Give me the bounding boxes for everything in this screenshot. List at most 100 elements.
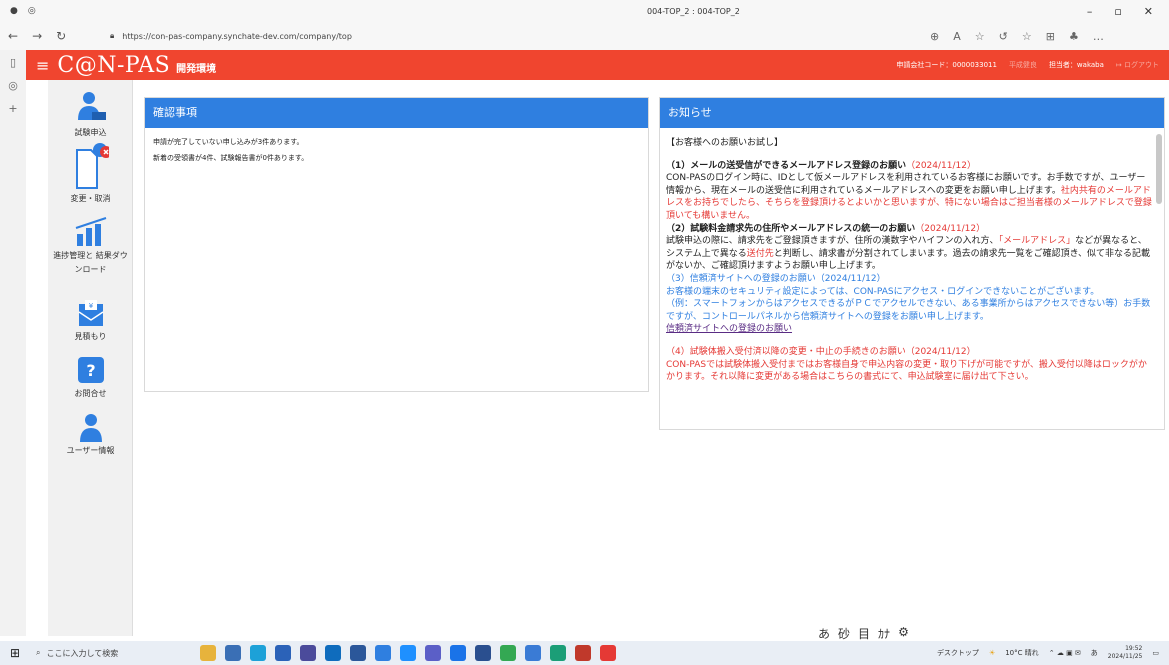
address-bar: ← → ↻ 🔒︎ https://con-pas-company.synchat… (0, 22, 1169, 50)
sidebar: 試験申込 変更・取消 進捗管理と 結果ダウンロード ¥ 見積もり ? お問合せ (48, 80, 133, 636)
collections-icon[interactable]: ⊞ (1046, 30, 1055, 43)
clock[interactable]: 19:52 2024/11/25 (1108, 645, 1143, 661)
weather-text[interactable]: 10°C 晴れ (1005, 648, 1039, 658)
ime-settings-icon[interactable]: ⚙ (898, 625, 909, 641)
notice-item-2-body: 試験申込の際に、請求先をご登録頂きますが、住所の漢数字やハイフンの入れ方、「メー… (666, 236, 1150, 272)
trusted-site-link[interactable]: 信頼済サイトへの登録のお願い (666, 323, 1152, 336)
taskbar-apps (200, 645, 616, 661)
new-receipts-text: 新着の受領書が4件、試験報告書が0件あります。 (153, 154, 309, 162)
notice-scrollbar[interactable] (1156, 134, 1162, 204)
document-cancel-icon (75, 143, 109, 189)
person-in-charge: 担当者：wakaba (1048, 61, 1104, 69)
app5-icon[interactable] (525, 645, 541, 661)
close-icon[interactable]: ✕ (1144, 5, 1153, 18)
calendar-icon[interactable] (275, 645, 291, 661)
sidebar-item-label: ユーザー情報 (66, 446, 115, 455)
word-icon[interactable] (350, 645, 366, 661)
system-tray: デスクトップ ☀ 10°C 晴れ ⌃ ☁ ▣ ✉ あ 19:52 2024/11… (937, 645, 1169, 661)
logout-button[interactable]: ↦ ログアウト (1116, 60, 1159, 70)
sidebar-item-label: 試験申込 (74, 128, 107, 137)
taskbar: ⊞ ⌕ ここに入力して検索 デスクトップ ☀ 10°C 晴れ ⌃ ☁ ▣ ✉ あ… (0, 641, 1169, 665)
tab-actions-icon[interactable]: ▯ (10, 56, 16, 69)
ime-hiragana[interactable]: あ (818, 625, 830, 641)
ime-kana[interactable]: ｶﾅ (878, 625, 890, 641)
app4-icon[interactable] (475, 645, 491, 661)
company-code: 申請会社コード：0000033011 (896, 61, 997, 69)
question-icon: ? (77, 357, 104, 383)
menu-icon[interactable]: ≡ (26, 56, 57, 75)
sidebar-item-progress[interactable]: 進捗管理と 結果ダウンロード (48, 216, 133, 277)
app-header: ≡ C@N-PAS 開発環境 申請会社コード：0000033011 平成健良 担… (26, 50, 1169, 80)
workspaces-icon[interactable]: ◎ (28, 6, 36, 16)
teams-icon[interactable] (425, 645, 441, 661)
tray-icons[interactable]: ⌃ ☁ ▣ ✉ (1049, 649, 1081, 657)
sidebar-item-change[interactable]: 変更・取消 (48, 142, 133, 204)
zoom-icon[interactable]: ⊕ (930, 30, 939, 43)
edge-icon[interactable] (250, 645, 266, 661)
url-input[interactable]: https://con-pas-company.synchate-dev.com… (122, 32, 352, 41)
app2-icon[interactable] (375, 645, 391, 661)
sidebar-item-label: 進捗管理と 結果ダウンロード (53, 251, 128, 274)
notice-panel: お知らせ 【お客様へのお願いお試し】 （1）メールの送受信ができるメールアドレス… (659, 97, 1165, 430)
bar-chart-icon (75, 217, 106, 246)
app6-icon[interactable] (550, 645, 566, 661)
read-aloud-icon[interactable]: A (953, 30, 961, 43)
site-tab-icon[interactable]: ◎ (8, 79, 18, 92)
edge-vertical-tabs: ▯ ◎ + (0, 50, 26, 636)
task-view-icon[interactable] (225, 645, 241, 661)
notice-body[interactable]: 【お客様へのお願いお試し】 （1）メールの送受信ができるメールアドレス登録のお願… (660, 128, 1164, 431)
new-tab-icon[interactable]: + (8, 102, 17, 115)
svg-text:¥: ¥ (88, 302, 93, 310)
user-icon (79, 414, 102, 442)
sidebar-item-apply[interactable]: 試験申込 (48, 90, 133, 138)
extensions-icon[interactable]: ♣ (1069, 30, 1079, 43)
chrome-icon[interactable] (500, 645, 516, 661)
settings-icon[interactable] (450, 645, 466, 661)
browser-titlebar: ● ◎ 004-TOP_2 : 004-TOP_2 – ▫ ✕ (0, 0, 1169, 22)
taskbar-search[interactable]: ⌕ ここに入力して検索 (30, 648, 190, 659)
notice-item-3-title: （3）信頼済サイトへの登録のお願い（2024/11/12） (666, 273, 886, 284)
notice-item-4-title: （4）試験体搬入受付済以降の変更・中止の手続きのお願い（2024/11/12） (666, 346, 976, 357)
notice-item-1-title: （1）メールの送受信ができるメールアドレス登録のお願い（2024/11/12） (666, 160, 976, 171)
pending-applications-text: 申請が完了していない申し込みが3件あります。 (153, 138, 304, 146)
notification-icon[interactable]: ▭ (1152, 649, 1159, 657)
notice-item-2-title: （2）試験料金請求先の住所やメールアドレスの統一のお願い（2024/11/12） (666, 223, 986, 234)
search-icon: ⌕ (36, 648, 41, 657)
windows-start-icon[interactable]: ⊞ (0, 646, 30, 660)
logo[interactable]: C@N-PAS (57, 53, 170, 78)
forward-icon[interactable]: → (32, 29, 42, 43)
tab-title[interactable]: 004-TOP_2 : 004-TOP_2 (300, 7, 1087, 16)
favorites-icon[interactable]: ☆ (1022, 30, 1032, 43)
panel-title: お知らせ (660, 98, 1164, 128)
sidebar-item-label: 見積もり (74, 332, 107, 341)
notice-item-4-body: CON-PASでは試験体搬入受付まではお客様自身で申込内容の変更・取り下げが可能… (666, 359, 1147, 383)
logout-icon: ↦ (1115, 61, 1124, 69)
favorite-icon[interactable]: ☆ (975, 30, 985, 43)
refresh-icon[interactable]: ↺ (999, 30, 1008, 43)
app7-icon[interactable] (575, 645, 591, 661)
maximize-icon[interactable]: ▫ (1114, 5, 1121, 18)
outlook-icon[interactable] (325, 645, 341, 661)
app3-icon[interactable] (400, 645, 416, 661)
sidebar-item-inquiry[interactable]: ? お問合せ (48, 355, 133, 399)
acrobat-icon[interactable] (600, 645, 616, 661)
explorer-icon[interactable] (200, 645, 216, 661)
minimize-icon[interactable]: – (1087, 5, 1093, 18)
notice-intro: 【お客様へのお願いお試し】 (666, 138, 784, 148)
ime-indicator[interactable]: あ (1091, 648, 1098, 658)
lock-icon[interactable]: 🔒︎ (110, 31, 114, 41)
profile-icon[interactable]: ● (10, 6, 18, 16)
ime-dictionary[interactable]: 目 (858, 625, 870, 641)
sidebar-item-estimate[interactable]: ¥ 見積もり (48, 300, 133, 342)
desktop-label[interactable]: デスクトップ (937, 648, 979, 658)
sidebar-item-user[interactable]: ユーザー情報 (48, 412, 133, 456)
yen-envelope-icon: ¥ (78, 300, 103, 326)
app-icon[interactable] (300, 645, 316, 661)
weather-icon[interactable]: ☀ (989, 649, 995, 657)
ime-mode[interactable]: 砂 (838, 625, 850, 641)
user-name: 平成健良 (1008, 61, 1037, 69)
back-icon[interactable]: ← (8, 29, 18, 43)
ime-toolbar: あ 砂 目 ｶﾅ ⚙ (818, 625, 909, 641)
reload-icon[interactable]: ↻ (56, 29, 66, 43)
more-icon[interactable]: … (1093, 30, 1104, 43)
